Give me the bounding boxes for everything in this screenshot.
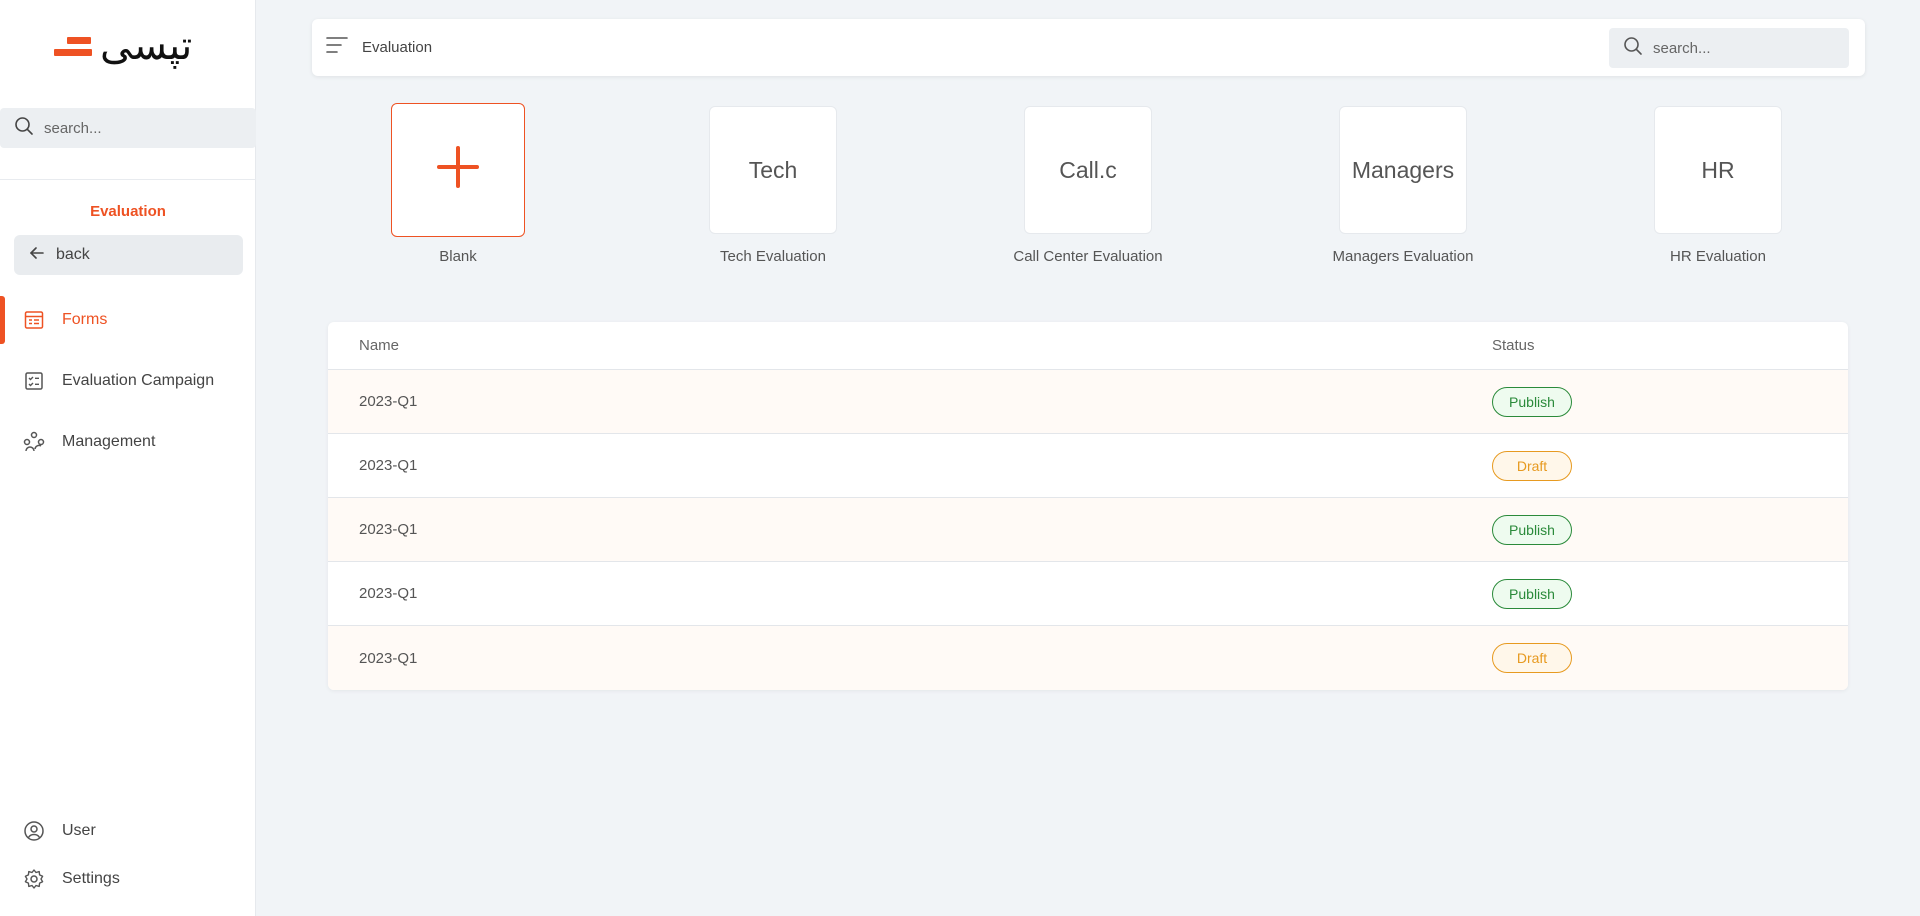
row-name: 2023-Q1: [359, 521, 418, 538]
template-managers[interactable]: Managers Managers Evaluation: [1323, 106, 1483, 265]
template-label: Managers Evaluation: [1332, 248, 1474, 265]
template-card[interactable]: HR: [1654, 106, 1782, 234]
template-hr[interactable]: HR HR Evaluation: [1638, 106, 1798, 265]
forms-table: Name Status 2023-Q1 Publish 2023-Q1 Draf…: [328, 322, 1848, 690]
table-row[interactable]: 2023-Q1 Publish: [328, 562, 1848, 626]
back-button-label: back: [56, 246, 90, 263]
form-icon: [22, 308, 46, 332]
row-name: 2023-Q1: [359, 393, 418, 410]
template-call-center[interactable]: Call.c Call Center Evaluation: [1008, 106, 1168, 265]
template-card[interactable]: Tech: [709, 106, 837, 234]
template-label: Call Center Evaluation: [1013, 248, 1163, 265]
sidebar: تپسی Evaluation back Forms Evaluation Ca…: [0, 0, 256, 916]
sidebar-item-evaluation-campaign[interactable]: Evaluation Campaign: [0, 357, 256, 405]
sidebar-item-label: Evaluation Campaign: [62, 372, 215, 389]
template-label: Blank: [439, 248, 477, 265]
plus-icon: [436, 145, 480, 195]
template-label: Tech Evaluation: [720, 248, 826, 265]
row-name: 2023-Q1: [359, 649, 418, 667]
status-badge: Publish: [1492, 386, 1572, 417]
logo-mark: [54, 36, 92, 56]
menu-icon[interactable]: [326, 36, 348, 59]
people-icon: [22, 430, 46, 454]
template-card[interactable]: Call.c: [1024, 106, 1152, 234]
table-row[interactable]: 2023-Q1 Draft: [328, 626, 1848, 690]
row-name: 2023-Q1: [359, 457, 418, 474]
template-blank[interactable]: Blank: [378, 103, 538, 265]
sidebar-search: [0, 108, 256, 148]
sidebar-item-user[interactable]: User: [0, 807, 256, 855]
template-tech[interactable]: Tech Tech Evaluation: [693, 106, 853, 265]
sidebar-item-label: Settings: [62, 870, 120, 887]
column-header-name[interactable]: Name: [328, 337, 1492, 354]
status-badge: Draft: [1492, 450, 1572, 481]
checklist-icon: [22, 369, 46, 393]
status-badge: Publish: [1492, 578, 1572, 609]
template-label: HR Evaluation: [1670, 248, 1766, 265]
sidebar-item-label: Management: [62, 433, 156, 450]
table-row[interactable]: 2023-Q1 Publish: [328, 370, 1848, 434]
sidebar-search-input[interactable]: [44, 119, 224, 137]
search-icon: [1623, 36, 1643, 61]
table-row[interactable]: 2023-Q1 Draft: [328, 434, 1848, 498]
status-badge: Draft: [1492, 643, 1572, 673]
arrow-left-icon: [28, 244, 46, 267]
top-search-input[interactable]: [1653, 39, 1833, 57]
status-badge: Publish: [1492, 514, 1572, 545]
page-title: Evaluation: [362, 39, 433, 56]
sidebar-item-settings[interactable]: Settings: [0, 855, 256, 903]
sidebar-item-label: Forms: [62, 311, 108, 328]
row-name: 2023-Q1: [359, 585, 418, 602]
top-bar: Evaluation: [312, 19, 1865, 76]
table-header: Name Status: [328, 322, 1848, 370]
app-logo[interactable]: تپسی: [54, 26, 192, 66]
column-header-status[interactable]: Status: [1492, 337, 1535, 354]
template-card[interactable]: Managers: [1339, 106, 1467, 234]
sidebar-divider: [0, 179, 256, 180]
top-search: [1609, 28, 1849, 68]
sidebar-section-title: Evaluation: [90, 203, 166, 220]
template-card[interactable]: [391, 103, 525, 237]
sidebar-item-forms[interactable]: Forms: [0, 296, 256, 344]
user-icon: [22, 819, 46, 843]
gear-icon: [22, 867, 46, 891]
sidebar-item-management[interactable]: Management: [0, 418, 256, 466]
sidebar-item-label: User: [62, 822, 96, 839]
back-button[interactable]: back: [14, 235, 243, 275]
search-icon: [14, 116, 34, 141]
logo-text: تپسی: [100, 23, 193, 69]
table-row[interactable]: 2023-Q1 Publish: [328, 498, 1848, 562]
